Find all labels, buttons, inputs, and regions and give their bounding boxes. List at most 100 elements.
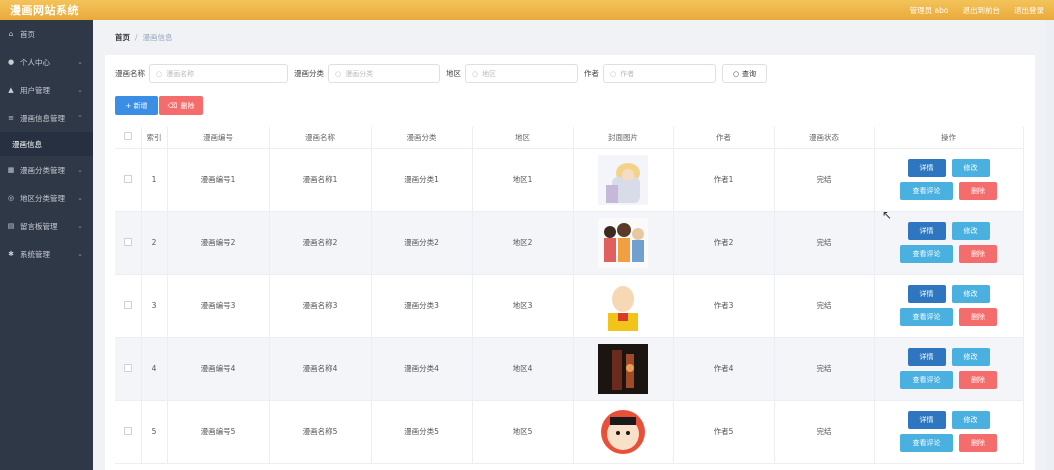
- delete-button[interactable]: 删除: [959, 182, 997, 200]
- detail-button[interactable]: 详情: [907, 159, 946, 177]
- cell-index: 1: [141, 148, 168, 212]
- cell-name: 漫画名称4: [269, 337, 372, 401]
- content-panel: 漫画名称 ○ 漫画名称 漫画分类 ○ 漫画分类 地区 ○ 地区 作者 ○ 作者 …: [105, 55, 1035, 470]
- delete-button[interactable]: 删除: [959, 434, 997, 452]
- message-icon: ▤: [7, 222, 15, 230]
- search-icon: ○: [156, 69, 163, 78]
- select-all-cell[interactable]: [115, 127, 142, 149]
- row-actions: 详情 修改 查看评论 删除: [875, 159, 1023, 200]
- author-search-input[interactable]: ○ 作者: [603, 64, 716, 83]
- delete-button[interactable]: 删除: [959, 308, 997, 326]
- row-actions: 详情 修改 查看评论 删除: [875, 411, 1023, 452]
- chevron-down-icon: ⌄: [77, 250, 83, 258]
- cell-index: 2: [141, 211, 168, 275]
- category-placeholder: 漫画分类: [345, 69, 374, 78]
- cell-category: 漫画分类3: [371, 274, 473, 338]
- column-header: 漫画名称: [269, 127, 372, 149]
- chevron-down-icon: ⌄: [77, 86, 83, 94]
- view-comments-button[interactable]: 查看评论: [900, 245, 953, 263]
- chevron-down-icon: ⌄: [77, 166, 83, 174]
- view-comments-button[interactable]: 查看评论: [900, 182, 953, 200]
- search-icon: ○: [732, 69, 740, 78]
- grid-icon: ▦: [7, 166, 15, 174]
- row-checkbox[interactable]: [123, 174, 132, 183]
- cell-name: 漫画名称5: [269, 400, 372, 464]
- edit-button[interactable]: 修改: [951, 348, 990, 366]
- row-checkbox[interactable]: [123, 426, 132, 435]
- cell-region: 地区2: [472, 211, 574, 275]
- main-content: 首页 / 漫画信息 漫画名称 ○ 漫画名称 漫画分类 ○ 漫画分类 地区 ○ 地…: [105, 25, 1035, 470]
- chevron-down-icon: ⌄: [77, 58, 83, 66]
- detail-button[interactable]: 详情: [907, 411, 946, 429]
- author-placeholder: 作者: [620, 69, 635, 78]
- edit-button[interactable]: 修改: [951, 222, 990, 240]
- query-button[interactable]: ○ 查询: [722, 64, 767, 83]
- home-icon: ⌂: [8, 30, 14, 38]
- column-header: 漫画编号: [167, 127, 270, 149]
- mouse-cursor-icon: ↖: [882, 208, 893, 222]
- batch-delete-button[interactable]: ⌫ 删除: [159, 96, 203, 115]
- table-row: 1 漫画编号1 漫画名称1 漫画分类1 地区1 作者1 完结 详情 修改 查看评…: [115, 148, 1024, 212]
- row-checkbox[interactable]: [123, 300, 132, 309]
- sidebar-subitem-comic-info[interactable]: 漫画信息: [0, 132, 93, 156]
- sidebar-item-system[interactable]: ✱ 系统管理 ⌄: [0, 240, 93, 268]
- category-search-input[interactable]: ○ 漫画分类: [328, 64, 440, 83]
- breadcrumb-current: 漫画信息: [142, 33, 173, 42]
- cell-code: 漫画编号3: [167, 274, 270, 338]
- sidebar-item-region[interactable]: ◎ 地区分类管理 ⌄: [0, 184, 93, 212]
- breadcrumb-home[interactable]: 首页: [115, 32, 130, 43]
- cell-index: 4: [141, 337, 168, 401]
- row-actions: 详情 修改 查看评论 删除: [875, 222, 1023, 263]
- name-label: 漫画名称: [115, 69, 145, 78]
- name-search-input[interactable]: ○ 漫画名称: [149, 64, 288, 83]
- detail-button[interactable]: 详情: [907, 285, 946, 303]
- chevron-up-icon: ⌃: [77, 114, 83, 122]
- row-checkbox[interactable]: [123, 363, 132, 372]
- cover-image: [598, 406, 648, 457]
- region-search-input[interactable]: ○ 地区: [465, 64, 578, 83]
- delete-button[interactable]: 删除: [959, 245, 997, 263]
- search-icon: ○: [472, 69, 479, 78]
- logout-link[interactable]: 退出登录: [1014, 5, 1044, 16]
- search-icon: ○: [610, 69, 617, 78]
- sidebar-item-home[interactable]: ⌂ 首页: [0, 20, 93, 48]
- sidebar-item-comic-category[interactable]: ▦ 漫画分类管理 ⌄: [0, 156, 93, 184]
- cell-code: 漫画编号1: [167, 148, 270, 212]
- name-placeholder: 漫画名称: [166, 69, 195, 78]
- sidebar-item-label: 用户管理: [20, 85, 50, 95]
- sidebar-item-profile[interactable]: ● 个人中心 ⌄: [0, 48, 93, 76]
- cell-name: 漫画名称3: [269, 274, 372, 338]
- detail-button[interactable]: 详情: [907, 348, 946, 366]
- edit-button[interactable]: 修改: [951, 159, 990, 177]
- logout-to-front-link[interactable]: 退出到前台: [963, 5, 1001, 16]
- sidebar-item-users[interactable]: ▲ 用户管理 ⌄: [0, 76, 93, 104]
- cell-category: 漫画分类4: [371, 337, 473, 401]
- detail-button[interactable]: 详情: [907, 222, 946, 240]
- delete-button[interactable]: 删除: [959, 371, 997, 389]
- region-label: 地区: [446, 69, 461, 78]
- sidebar-item-messages[interactable]: ▤ 留言板管理 ⌄: [0, 212, 93, 240]
- view-comments-button[interactable]: 查看评论: [900, 308, 953, 326]
- edit-button[interactable]: 修改: [951, 285, 990, 303]
- row-checkbox[interactable]: [123, 237, 132, 246]
- view-comments-button[interactable]: 查看评论: [900, 371, 953, 389]
- select-all-checkbox[interactable]: [123, 132, 132, 141]
- cell-name: 漫画名称2: [269, 211, 372, 275]
- sidebar-item-label: 漫画分类管理: [20, 165, 65, 175]
- cell-author: 作者1: [673, 148, 775, 212]
- add-button[interactable]: + 新增: [115, 96, 158, 115]
- comic-table: 索引 漫画编号 漫画名称 漫画分类 地区 封面图片 作者 漫画状态 操作 1 漫…: [115, 127, 1024, 464]
- cell-code: 漫画编号5: [167, 400, 270, 464]
- cell-region: 地区5: [472, 400, 574, 464]
- cover-image: [598, 280, 648, 331]
- sidebar: ⌂ 首页 ● 个人中心 ⌄ ▲ 用户管理 ⌄ ≡ 漫画信息管理 ⌃ 漫画信息 ▦…: [0, 20, 93, 470]
- sidebar-item-comic-info[interactable]: ≡ 漫画信息管理 ⌃: [0, 104, 93, 132]
- book-icon: ≡: [8, 114, 14, 122]
- scrollbar[interactable]: [1046, 20, 1054, 470]
- header-actions: 管理员 abo 退出到前台 退出登录: [910, 5, 1044, 16]
- row-actions: 详情 修改 查看评论 删除: [875, 348, 1023, 389]
- edit-button[interactable]: 修改: [951, 411, 990, 429]
- cover-image: [598, 343, 648, 394]
- sidebar-item-label: 首页: [20, 29, 35, 39]
- view-comments-button[interactable]: 查看评论: [900, 434, 953, 452]
